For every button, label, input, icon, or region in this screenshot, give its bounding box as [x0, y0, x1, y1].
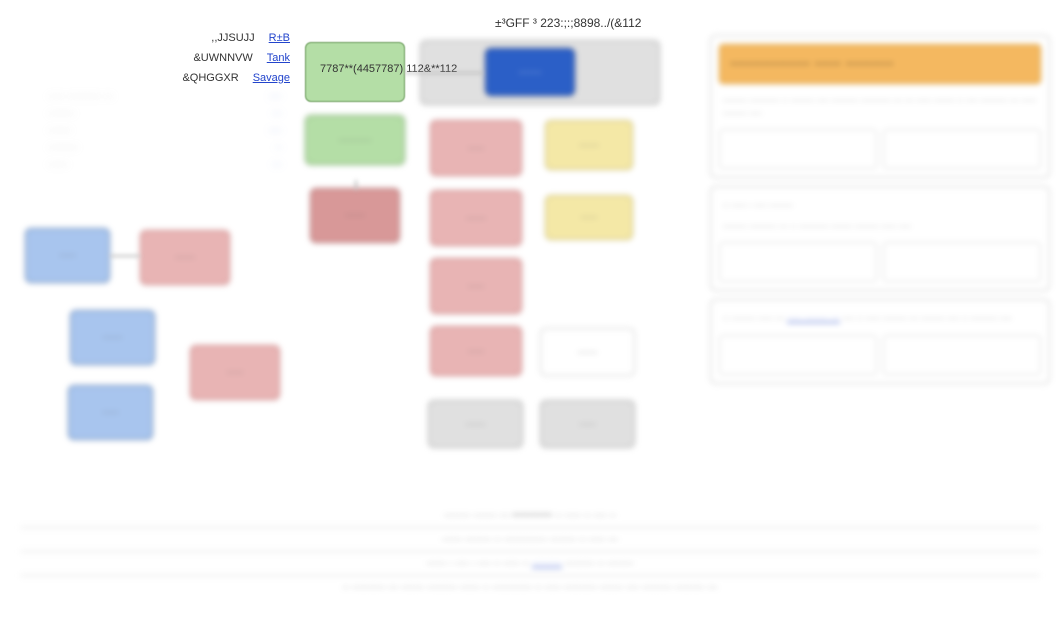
node-pk1[interactable]: ······ [140, 230, 230, 285]
panel-col-3a [719, 335, 877, 375]
node-b1[interactable]: ····· [25, 228, 110, 283]
panel-card-3: ·· ········ ····· ··· ····· ········ ···… [710, 299, 1050, 384]
panel-col-2b [883, 242, 1041, 282]
bottom-line-1: ········ ······· ··· ············ ·· ···… [20, 504, 1040, 528]
node-pk2[interactable]: ····· [190, 345, 280, 400]
panel-card-2: ·· ····· · ···· ········ ········ ······… [710, 186, 1050, 291]
node-p1[interactable]: ······ [310, 188, 400, 243]
bottom-section: ········ ······· ··· ············ ·· ···… [20, 504, 1040, 599]
bottom-line-1-post: ·· ····· ·· ···· ·· [555, 510, 616, 521]
node-gr2[interactable]: ····· [540, 400, 635, 448]
panel-header-orange: ··············· ····· ········· [719, 44, 1041, 84]
edge [405, 72, 483, 74]
node-w1[interactable]: ······ [540, 328, 635, 376]
panel-body-2a: ·· ····· · ···· ········ [719, 195, 1041, 216]
node-gr1[interactable]: ······ [428, 400, 523, 448]
node-b2[interactable]: ······ [70, 310, 155, 365]
panel-body-3-post: ···· ·· ····· ········ ··· ········ ····… [842, 313, 1011, 323]
panel-link-3[interactable]: ····· ········ ··· [787, 313, 840, 323]
panel-body-1: ········ ·········· ·· ········ ···· ···… [719, 90, 1041, 123]
edge [110, 255, 140, 257]
panel-col-2a [719, 242, 877, 282]
edge [355, 180, 357, 190]
bottom-line-1-em: ············ [512, 510, 552, 521]
panel-body-2b: ········ ········· ··· ·· ·········· ···… [719, 216, 1041, 237]
node-y2[interactable]: ····· [545, 195, 633, 240]
bottom-line-3-post: ········· ·· ········ [565, 558, 634, 569]
panel-body-3-pre: ·· ········ ····· ··· [723, 313, 787, 323]
panel-card-1: ··············· ····· ········· ········… [710, 35, 1050, 178]
node-p3[interactable]: ······ [430, 190, 522, 246]
node-g2[interactable]: ·········· [305, 115, 405, 165]
right-panel: ··············· ····· ········· ········… [710, 35, 1050, 392]
node-b3[interactable]: ····· [68, 385, 153, 440]
node-p5[interactable]: ····· [430, 326, 522, 376]
bottom-line-2: ······ ········ ·· ············· ·······… [20, 528, 1040, 552]
panel-col-3b [883, 335, 1041, 375]
bottom-line-4: ·· ·········· ··· ······· ········· ····… [20, 576, 1040, 599]
panel-col-1b [883, 129, 1041, 169]
node-p2[interactable]: ····· [430, 120, 522, 176]
panel-col-1a [719, 129, 877, 169]
node-p4[interactable]: ····· [430, 258, 522, 314]
bottom-line-3-pre: ······ · ···· · ···· ·· ····· ·· [426, 558, 531, 569]
bottom-line-3: ······ · ···· · ···· ·· ····· ·· ·······… [20, 552, 1040, 576]
node-blue-dark[interactable]: ······· [485, 48, 575, 96]
bottom-line-1-pre: ········ ······· ··· [444, 510, 512, 521]
bottom-line-3-link[interactable]: ········· [532, 558, 562, 569]
panel-body-3: ·· ········ ····· ··· ····· ········ ···… [719, 308, 1041, 329]
node-y1[interactable]: ······ [545, 120, 633, 170]
